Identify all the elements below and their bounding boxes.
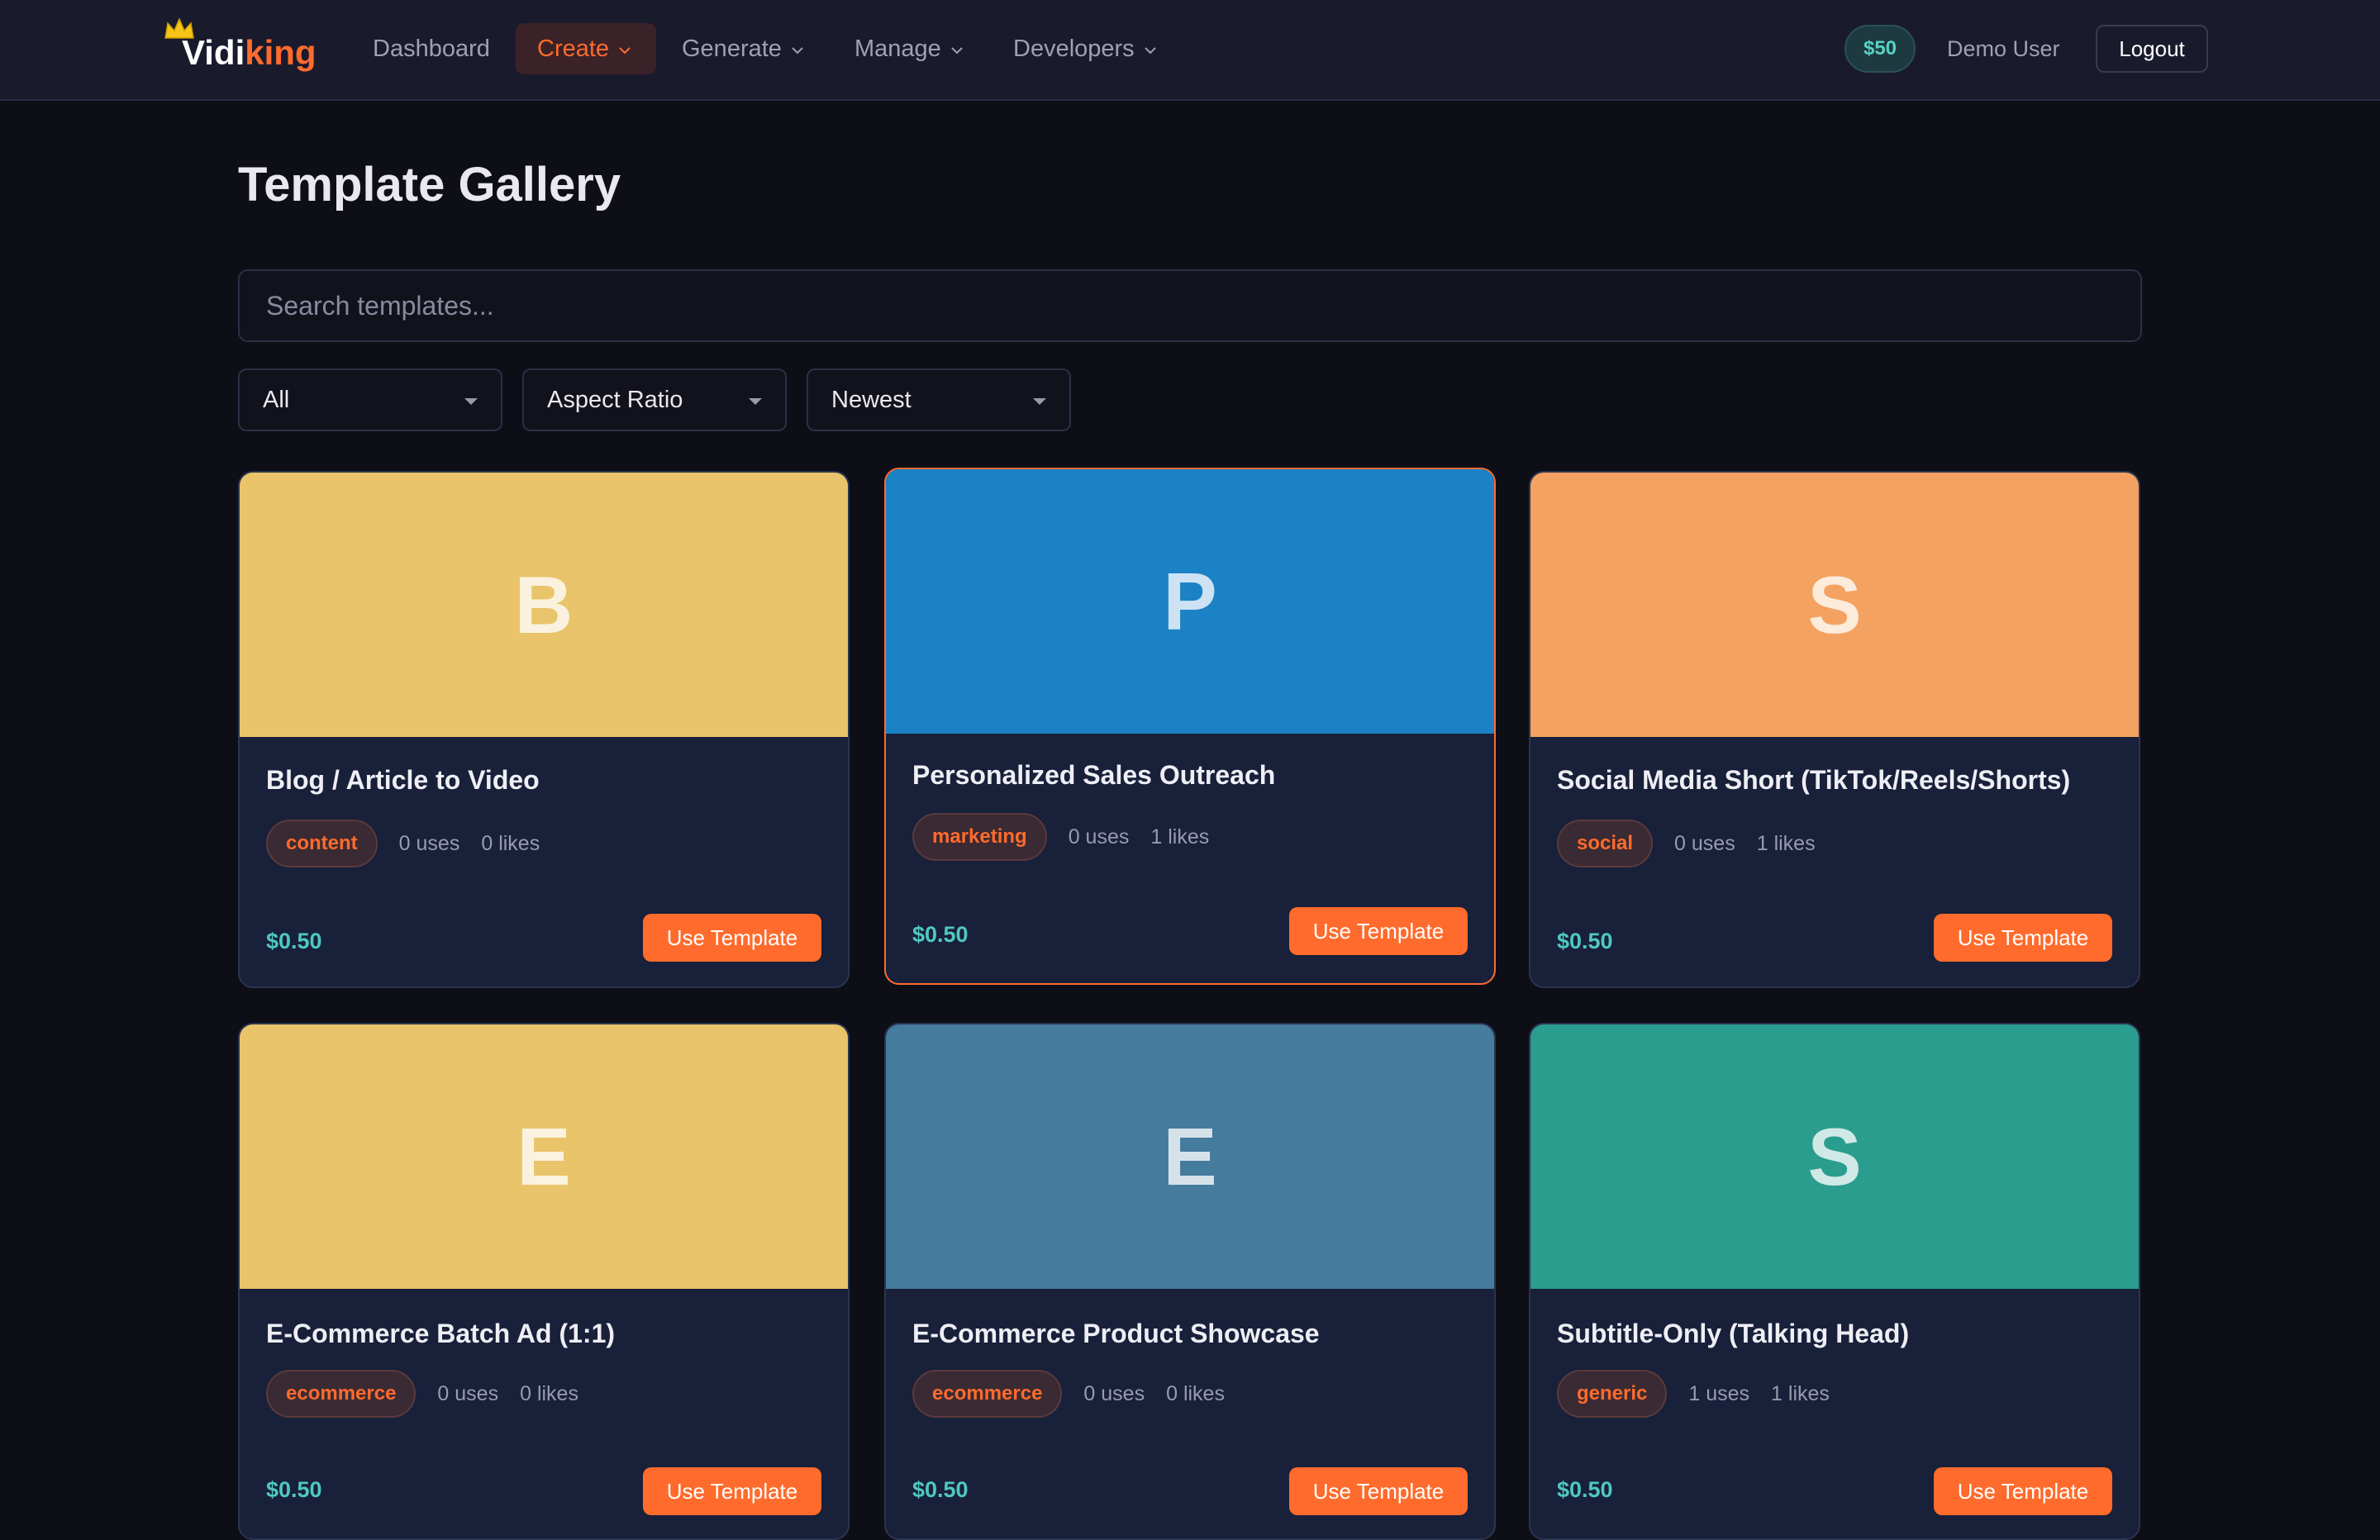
brand-logo[interactable]: Vidi king — [164, 15, 317, 73]
template-thumbnail: E — [240, 1024, 848, 1289]
template-title: Subtitle-Only (Talking Head) — [1557, 1319, 1910, 1348]
template-meta: social 0 uses 1 likes — [1557, 820, 1816, 867]
caret-down-icon — [1033, 398, 1046, 405]
category-tag: content — [266, 820, 378, 867]
template-meta: marketing 0 uses 1 likes — [912, 813, 1209, 861]
template-title: Blog / Article to Video — [266, 765, 540, 795]
aspect-ratio-filter-value: Aspect Ratio — [547, 386, 683, 413]
likes-count: 0 likes — [1166, 1381, 1225, 1405]
chevron-down-icon — [792, 47, 803, 55]
uses-count: 0 uses — [1068, 825, 1130, 848]
user-name[interactable]: Demo User — [1947, 25, 2060, 73]
template-meta: ecommerce 0 uses 0 likes — [912, 1370, 1225, 1418]
template-card[interactable]: E E-Commerce Batch Ad (1:1) ecommerce 0 … — [238, 1023, 850, 1540]
nav-generate-label: Generate — [682, 35, 782, 62]
aspect-ratio-filter[interactable]: Aspect Ratio — [522, 368, 787, 431]
template-price: $0.50 — [912, 1477, 969, 1502]
template-price: $0.50 — [1557, 1477, 1613, 1502]
brand-name-part2: king — [245, 33, 317, 72]
use-template-button[interactable]: Use Template — [1289, 1467, 1468, 1515]
top-navbar: Vidi king Dashboard Create Generate Manag… — [0, 0, 2380, 101]
sort-filter-value: Newest — [831, 386, 912, 413]
nav-dashboard[interactable]: Dashboard — [351, 23, 512, 74]
category-filter[interactable]: All — [238, 368, 502, 431]
chevron-down-icon — [1144, 47, 1156, 55]
template-title: Personalized Sales Outreach — [912, 760, 1276, 790]
uses-count: 0 uses — [1674, 831, 1735, 855]
template-thumbnail: S — [1530, 473, 2139, 737]
use-template-button[interactable]: Use Template — [643, 1467, 821, 1515]
nav-developers-label: Developers — [1013, 35, 1135, 62]
template-card[interactable]: B Blog / Article to Video content 0 uses… — [238, 471, 850, 988]
template-title: Social Media Short (TikTok/Reels/Shorts) — [1557, 765, 2071, 795]
category-tag: generic — [1557, 1370, 1668, 1418]
category-tag: ecommerce — [912, 1370, 1063, 1418]
template-card[interactable]: P Personalized Sales Outreach marketing … — [884, 468, 1496, 985]
nav-developers[interactable]: Developers — [992, 23, 1179, 74]
likes-count: 0 likes — [520, 1381, 578, 1405]
uses-count: 0 uses — [1083, 1381, 1145, 1405]
template-meta: generic 1 uses 1 likes — [1557, 1370, 1830, 1418]
category-tag: marketing — [912, 813, 1047, 861]
nav-manage-label: Manage — [854, 35, 941, 62]
template-price: $0.50 — [266, 929, 322, 953]
category-filter-value: All — [263, 386, 290, 413]
template-title: E-Commerce Product Showcase — [912, 1319, 1320, 1348]
template-title: E-Commerce Batch Ad (1:1) — [266, 1319, 616, 1348]
likes-count: 0 likes — [481, 831, 540, 855]
likes-count: 1 likes — [1150, 825, 1210, 848]
caret-down-icon — [464, 398, 478, 405]
nav-create-label: Create — [537, 35, 610, 62]
logout-button[interactable]: Logout — [2096, 25, 2208, 73]
template-card[interactable]: S Subtitle-Only (Talking Head) generic 1… — [1529, 1023, 2140, 1540]
category-tag: social — [1557, 820, 1654, 867]
template-price: $0.50 — [912, 922, 969, 947]
template-price: $0.50 — [266, 1477, 322, 1502]
template-meta: ecommerce 0 uses 0 likes — [266, 1370, 578, 1418]
chevron-down-icon — [619, 47, 631, 55]
nav-dashboard-label: Dashboard — [373, 35, 490, 62]
page-title: Template Gallery — [238, 158, 621, 212]
nav-manage[interactable]: Manage — [833, 23, 986, 74]
use-template-button[interactable]: Use Template — [1934, 914, 2112, 962]
template-thumbnail: E — [886, 1024, 1494, 1289]
use-template-button[interactable]: Use Template — [643, 914, 821, 962]
uses-count: 0 uses — [437, 1381, 499, 1405]
sort-filter[interactable]: Newest — [807, 368, 1071, 431]
likes-count: 1 likes — [1771, 1381, 1830, 1405]
search-input[interactable] — [238, 269, 2142, 342]
template-meta: content 0 uses 0 likes — [266, 820, 540, 867]
likes-count: 1 likes — [1756, 831, 1816, 855]
credits-badge[interactable]: $50 — [1844, 25, 1916, 73]
nav-create[interactable]: Create — [516, 23, 656, 74]
template-thumbnail: S — [1530, 1024, 2139, 1289]
template-thumbnail: B — [240, 473, 848, 737]
uses-count: 1 uses — [1688, 1381, 1750, 1405]
template-thumbnail: P — [886, 469, 1494, 734]
use-template-button[interactable]: Use Template — [1934, 1467, 2112, 1515]
caret-down-icon — [749, 398, 762, 405]
chevron-down-icon — [951, 47, 963, 55]
crown-icon — [164, 17, 194, 39]
use-template-button[interactable]: Use Template — [1289, 907, 1468, 955]
template-card[interactable]: E E-Commerce Product Showcase ecommerce … — [884, 1023, 1496, 1540]
nav-generate[interactable]: Generate — [660, 23, 826, 74]
template-card[interactable]: S Social Media Short (TikTok/Reels/Short… — [1529, 471, 2140, 988]
category-tag: ecommerce — [266, 1370, 416, 1418]
template-price: $0.50 — [1557, 929, 1613, 953]
uses-count: 0 uses — [398, 831, 460, 855]
